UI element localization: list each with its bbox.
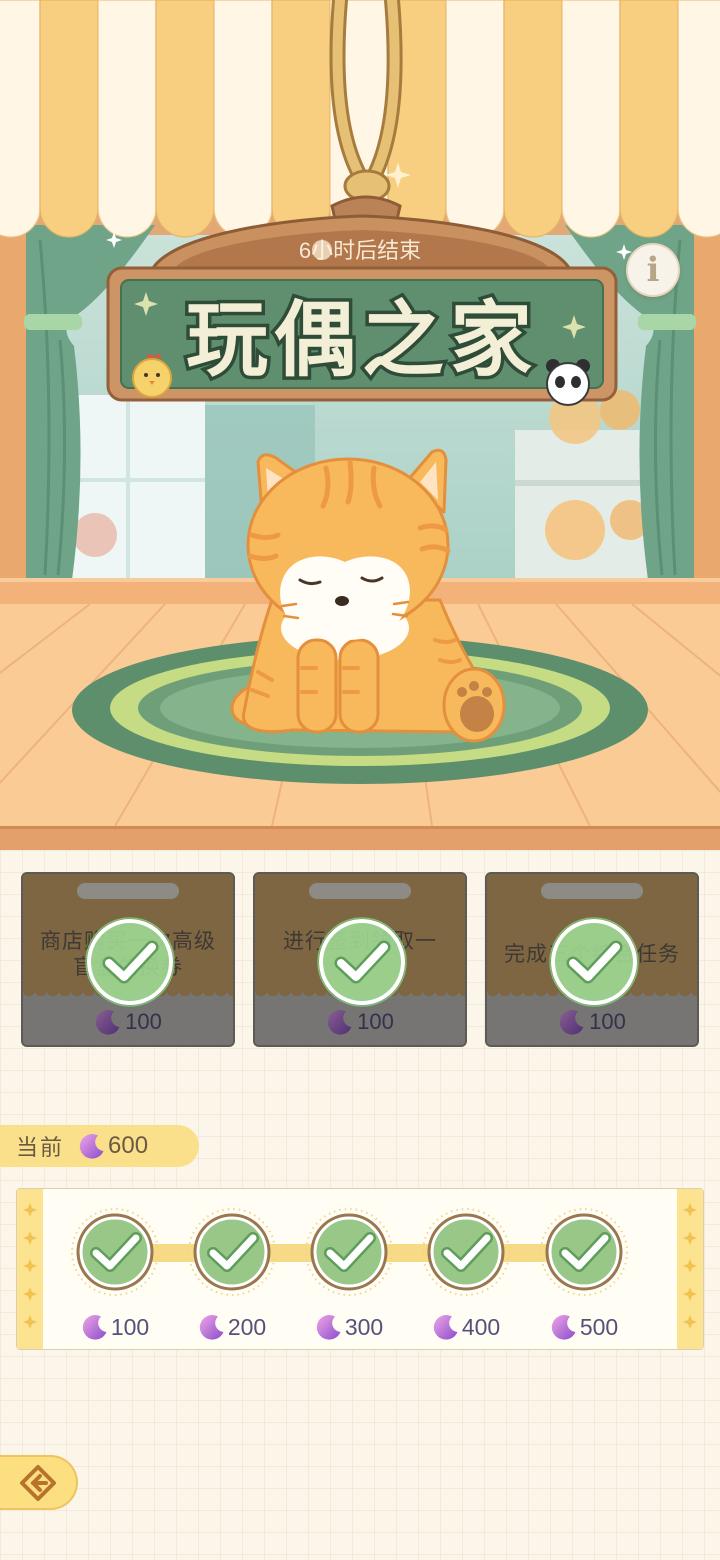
moon-icon xyxy=(327,1009,352,1035)
moon-icon xyxy=(82,1315,107,1340)
milestone-label: 500 xyxy=(524,1311,644,1343)
milestone-label: 400 xyxy=(406,1311,526,1343)
card-tab xyxy=(541,883,643,899)
milestone-node[interactable] xyxy=(70,1207,160,1297)
current-value: 600 xyxy=(108,1132,149,1159)
current-label: 当前 xyxy=(16,1135,65,1160)
milestone-value: 200 xyxy=(227,1313,267,1340)
event-banner-scene: 6小时后结束 玩偶之家 xyxy=(0,0,720,850)
task-reward: 100 xyxy=(326,1008,394,1036)
panda-icon xyxy=(546,359,590,406)
current-balance: 当前 600 xyxy=(0,1125,199,1167)
milestone-node[interactable] xyxy=(304,1207,394,1297)
reward-amount: 100 xyxy=(589,1008,626,1034)
completed-check-icon xyxy=(85,917,175,1007)
completed-check-icon xyxy=(317,917,407,1007)
right-pillar xyxy=(694,220,720,590)
task-card[interactable]: 商店购买一次高级 盲盒兑换券 100 xyxy=(21,872,235,1047)
info-icon: i xyxy=(646,250,660,290)
task-card[interactable]: 进行签到领取一 100 xyxy=(253,872,467,1047)
reward-amount: 100 xyxy=(357,1008,394,1034)
task-card[interactable]: 完成三个综合任务 100 xyxy=(485,872,699,1047)
moon-icon xyxy=(433,1315,458,1340)
milestone-label: 200 xyxy=(172,1311,292,1343)
card-tab xyxy=(77,883,179,899)
moon-icon xyxy=(316,1315,341,1340)
milestone-label: 100 xyxy=(55,1311,175,1343)
event-title: 玩偶之家 xyxy=(186,295,538,386)
milestone-node[interactable] xyxy=(187,1207,277,1297)
back-arrow-icon xyxy=(20,1464,56,1501)
moon-icon xyxy=(79,1134,104,1159)
milestone-value: 100 xyxy=(110,1313,150,1340)
back-button[interactable] xyxy=(0,1455,78,1510)
milestone-node[interactable] xyxy=(539,1207,629,1297)
completed-check-icon xyxy=(549,917,639,1007)
card-tab xyxy=(309,883,411,899)
left-pillar xyxy=(0,220,26,590)
milestone-value: 400 xyxy=(461,1313,501,1340)
info-button[interactable]: i xyxy=(626,243,680,297)
reward-amount: 100 xyxy=(125,1008,162,1034)
moon-icon xyxy=(199,1315,224,1340)
task-reward: 100 xyxy=(558,1008,626,1036)
moon-icon xyxy=(95,1009,120,1035)
panel-side-strip xyxy=(677,1189,703,1349)
milestone-value: 500 xyxy=(579,1313,619,1340)
moon-icon xyxy=(551,1315,576,1340)
milestone-node[interactable] xyxy=(421,1207,511,1297)
milestone-label: 300 xyxy=(289,1311,409,1343)
milestone-value: 300 xyxy=(344,1313,384,1340)
task-reward: 100 xyxy=(94,1008,162,1036)
moon-icon xyxy=(559,1009,584,1035)
panel-side-strip xyxy=(17,1189,43,1349)
